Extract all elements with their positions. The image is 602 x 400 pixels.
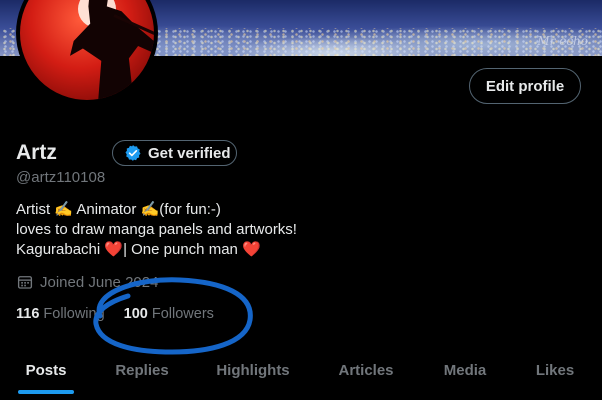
- followers-link[interactable]: 100 Followers: [124, 306, 214, 322]
- tab-media[interactable]: Media: [432, 348, 498, 392]
- banner-signature: Mr echo: [537, 34, 588, 48]
- profile-page: Mr echo Edit profile Artz Get verified @…: [0, 0, 602, 400]
- tab-likes[interactable]: Likes: [528, 348, 582, 392]
- avatar[interactable]: [16, 0, 158, 104]
- joined-date: Joined June 2024: [16, 273, 158, 291]
- edit-profile-button[interactable]: Edit profile: [469, 68, 581, 104]
- bio-line: Kagurabachi ❤️| One punch man ❤️: [16, 241, 261, 258]
- followers-label: Followers: [151, 306, 214, 322]
- profile-tabs: Posts Replies Highlights Articles Media …: [0, 348, 602, 400]
- following-link[interactable]: 116 Following: [16, 306, 105, 322]
- following-label: Following: [43, 306, 105, 322]
- bio-line: loves to draw manga panels and artworks!: [16, 221, 297, 238]
- tab-highlights[interactable]: Highlights: [207, 348, 299, 392]
- joined-label: Joined June 2024: [40, 273, 159, 291]
- tab-articles[interactable]: Articles: [328, 348, 404, 392]
- display-name: Artz: [16, 141, 57, 164]
- follow-stats: 116 Following 100 Followers: [16, 306, 214, 322]
- tab-replies[interactable]: Replies: [103, 348, 181, 392]
- followers-count: 100: [123, 306, 148, 322]
- get-verified-button[interactable]: Get verified: [112, 140, 237, 166]
- active-tab-indicator: [18, 390, 74, 394]
- bio-line: Artist ✍️ Animator ✍️(for fun:-): [16, 201, 221, 218]
- calendar-icon: [17, 276, 33, 289]
- get-verified-label: Get verified: [148, 144, 231, 162]
- following-count: 116: [16, 306, 40, 322]
- user-handle: @artz110108: [16, 169, 106, 186]
- tab-posts[interactable]: Posts: [18, 348, 74, 392]
- profile-bio: Artist ✍️ Animator ✍️(for fun:-) loves t…: [16, 200, 576, 260]
- verified-badge-icon: [125, 145, 141, 161]
